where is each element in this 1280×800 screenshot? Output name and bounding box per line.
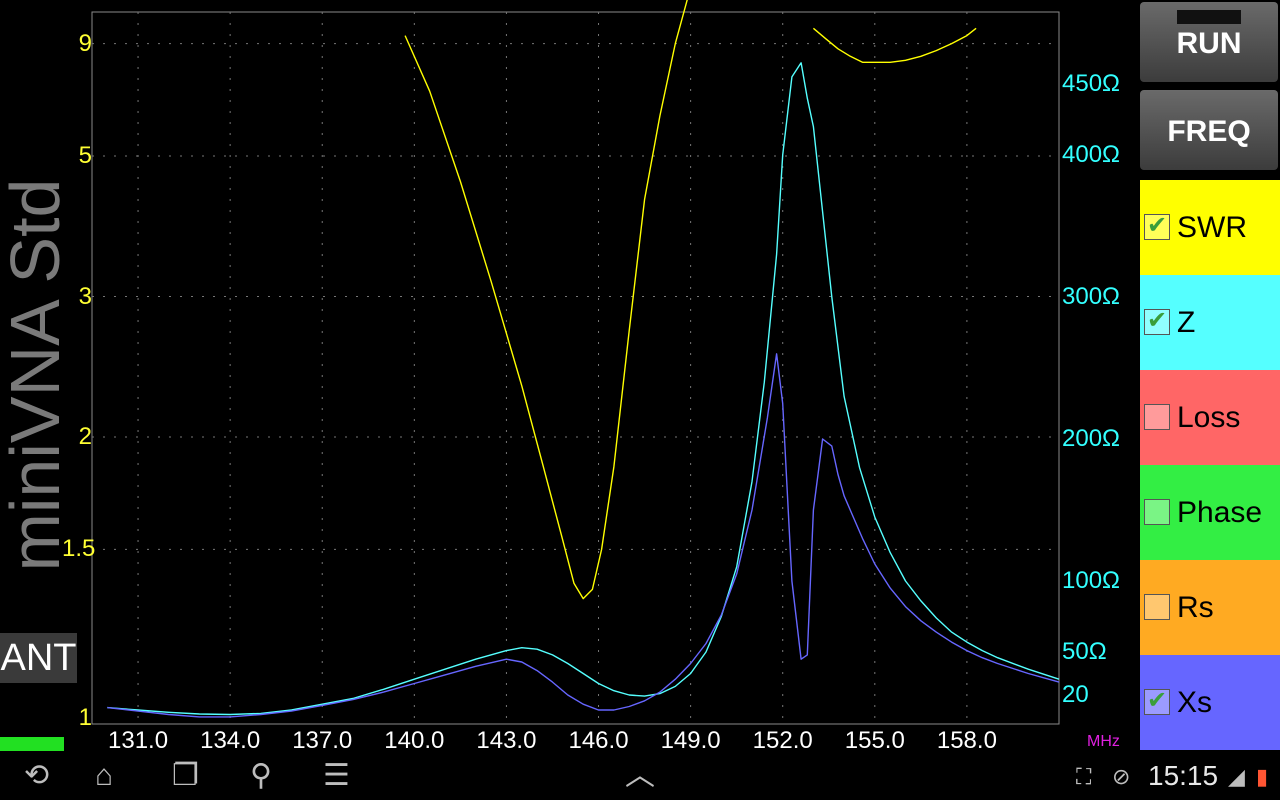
battery-icon: ▮: [1256, 764, 1269, 789]
x-tick-label: 158.0: [936, 727, 997, 754]
menu-icon[interactable]: ☰: [323, 760, 350, 792]
series-line-swr: [404, 0, 688, 600]
trace-toggle-xs[interactable]: ✔ Xs: [1140, 655, 1280, 750]
grid: [92, 12, 1059, 724]
check-icon: ✔: [1147, 212, 1168, 239]
y-left-tick-label: 1: [78, 704, 92, 731]
series-line-swr: [812, 27, 977, 63]
x-tick-label: 137.0: [292, 727, 353, 754]
y-left-tick-label: 2: [78, 423, 92, 450]
trace-toggle-phase[interactable]: Phase: [1140, 465, 1280, 560]
trace-checkbox[interactable]: ✔: [1144, 307, 1170, 335]
sync-icon: ⊘: [1112, 764, 1131, 789]
y-left-tick-label: 9: [78, 29, 92, 57]
back-icon[interactable]: ⟲: [24, 760, 49, 792]
battery-level-bar: [0, 737, 64, 751]
freq-button[interactable]: FREQ: [1140, 90, 1278, 170]
x-tick-label: 131.0: [108, 727, 169, 754]
x-tick-label: 152.0: [752, 727, 813, 754]
trace-checkbox[interactable]: [1144, 499, 1170, 525]
y-right-tick-label: 450Ω: [1062, 70, 1120, 97]
y-right-tick-label: 300Ω: [1062, 283, 1120, 310]
series-layer: [107, 0, 1060, 718]
x-tick-label: 134.0: [200, 727, 261, 754]
home-icon[interactable]: ⌂: [95, 760, 113, 792]
x-tick-label: 146.0: [568, 727, 629, 754]
y-right-tick-label: 50Ω: [1062, 638, 1107, 665]
trace-toggle-z[interactable]: ✔ Z: [1140, 275, 1280, 370]
trace-label: SWR: [1177, 211, 1247, 244]
antenna-mode-label[interactable]: ANT: [0, 633, 77, 683]
y-left-tick-label: 5: [78, 142, 92, 169]
y-right-tick-label: 200Ω: [1062, 425, 1120, 452]
series-line-xs: [107, 353, 1060, 718]
y-right-tick-label: 20: [1062, 681, 1089, 708]
check-icon: ✔: [1147, 687, 1168, 714]
trace-label: Rs: [1177, 591, 1214, 624]
freq-button-label: FREQ: [1167, 115, 1251, 148]
y-right-tick-label: 100Ω: [1062, 567, 1120, 594]
trace-toggle-loss[interactable]: Loss: [1140, 370, 1280, 465]
trace-toggle-rs[interactable]: Rs: [1140, 560, 1280, 655]
check-icon: ✔: [1147, 307, 1168, 334]
x-tick-label: 140.0: [384, 727, 445, 754]
y-right-tick-label: 400Ω: [1062, 141, 1120, 168]
trace-label: Loss: [1177, 401, 1241, 434]
trace-checkbox[interactable]: [1144, 404, 1170, 430]
trace-label: Phase: [1177, 496, 1263, 529]
trace-label: Xs: [1177, 686, 1213, 719]
signal-icon: ◢: [1228, 764, 1245, 789]
x-tick-label: 143.0: [476, 727, 537, 754]
chart-plot: [91, 0, 1060, 725]
plot-border: [91, 11, 1060, 725]
trace-label: Z: [1177, 306, 1196, 339]
run-button[interactable]: RUN: [1140, 2, 1278, 82]
recent-apps-icon[interactable]: ❐: [172, 760, 199, 792]
y-left-tick-label: 3: [78, 282, 92, 310]
search-icon[interactable]: ⚲: [250, 760, 272, 792]
clock: 15:15: [1148, 760, 1219, 791]
screen-capture-icon[interactable]: ⛶: [1076, 764, 1091, 790]
trace-checkbox[interactable]: [1144, 594, 1170, 620]
x-unit-label: MHz: [1087, 733, 1120, 750]
x-tick-label: 155.0: [844, 727, 905, 754]
trace-toggle-swr[interactable]: ✔ SWR: [1140, 180, 1280, 275]
trace-checkbox[interactable]: ✔: [1144, 212, 1170, 240]
chevron-up-icon[interactable]: ︿: [625, 760, 655, 792]
run-button-label: RUN: [1176, 27, 1242, 60]
x-tick-label: 149.0: [660, 727, 721, 754]
trace-checkbox[interactable]: ✔: [1144, 687, 1170, 715]
run-indicator: [1177, 10, 1241, 24]
y-left-tick-label: 1.5: [62, 535, 96, 563]
